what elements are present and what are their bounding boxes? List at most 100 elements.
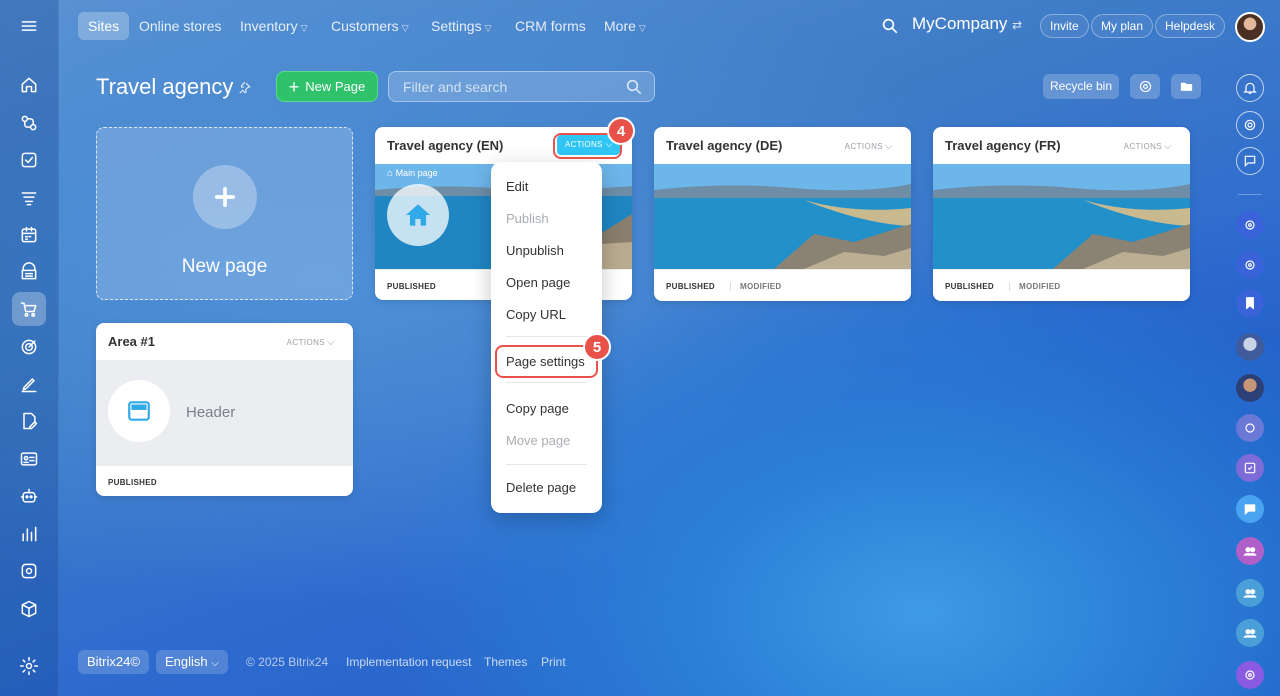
- tab-inventory[interactable]: Inventory ▽: [230, 12, 318, 40]
- tab-more[interactable]: More ▽: [594, 12, 656, 40]
- step-badge-5: 5: [583, 333, 611, 361]
- settings-box-icon[interactable]: [12, 554, 46, 588]
- card-footer: PUBLISHED MODIFIED: [933, 269, 1190, 301]
- menu-item-open-page[interactable]: Open page: [506, 275, 570, 290]
- group-avatar[interactable]: [1236, 414, 1264, 442]
- themes-link[interactable]: Themes: [484, 655, 527, 669]
- tasks-icon[interactable]: [12, 143, 46, 177]
- id-card-icon[interactable]: [12, 442, 46, 476]
- menu-item-edit[interactable]: Edit: [506, 179, 528, 194]
- card-header: Area #1 ACTIONS ⌵: [108, 334, 335, 349]
- menu-divider: [506, 382, 587, 383]
- tab-crm-forms[interactable]: CRM forms: [505, 12, 596, 40]
- language-select[interactable]: English ⌵: [156, 650, 228, 674]
- recycle-bin-button[interactable]: Recycle bin: [1043, 74, 1119, 99]
- company-name[interactable]: MyCompany ⇄: [912, 14, 1022, 34]
- tab-settings[interactable]: Settings ▽: [421, 12, 502, 40]
- tab-sites[interactable]: Sites: [78, 12, 130, 40]
- menu-item-publish[interactable]: Publish: [506, 211, 549, 226]
- gear-icon[interactable]: [12, 649, 46, 683]
- implementation-request-link[interactable]: Implementation request: [346, 655, 471, 669]
- card-header: Travel agency (DE) ACTIONS ⌵: [666, 138, 893, 153]
- gear-icon: [1139, 80, 1151, 93]
- menu-item-move-page[interactable]: Move page: [506, 433, 570, 448]
- chat-bubble-icon[interactable]: [1236, 495, 1264, 523]
- menu-item-copy-page[interactable]: Copy page: [506, 401, 569, 416]
- store-icon[interactable]: [12, 255, 46, 289]
- chart-icon[interactable]: [12, 517, 46, 551]
- folder-button[interactable]: [1171, 74, 1201, 99]
- modified-badge: MODIFIED: [1009, 282, 1061, 291]
- card-preview-image: [654, 164, 911, 269]
- actions-button[interactable]: ACTIONS ⌵: [1124, 141, 1172, 152]
- menu-item-copy-url[interactable]: Copy URL: [506, 307, 566, 322]
- chevron-down-icon: ▽: [401, 23, 409, 33]
- menu-icon[interactable]: [12, 9, 46, 43]
- chevron-down-icon: ⌵: [327, 337, 335, 348]
- menu-divider: [506, 336, 587, 337]
- bitrix24-logo-button[interactable]: Bitrix24©: [78, 650, 149, 674]
- copilot-icon[interactable]: [1236, 251, 1264, 279]
- chevron-down-icon: ▽: [300, 23, 308, 33]
- print-link[interactable]: Print: [541, 655, 566, 669]
- copilot-icon[interactable]: [1236, 211, 1264, 239]
- copilot-icon[interactable]: [1236, 111, 1264, 139]
- header-block-icon: [108, 380, 170, 442]
- doc-edit-icon[interactable]: [12, 404, 46, 438]
- pin-icon[interactable]: [238, 81, 252, 95]
- chevron-down-icon: ⌵: [885, 141, 893, 152]
- modified-badge: MODIFIED: [730, 282, 782, 291]
- task-icon[interactable]: [1236, 454, 1264, 482]
- bookmark-icon[interactable]: [1236, 289, 1264, 317]
- tab-online-stores[interactable]: Online stores: [129, 12, 231, 40]
- chevron-down-icon: ⌵: [211, 658, 219, 669]
- chevron-down-icon: ⌵: [1164, 141, 1172, 152]
- new-page-button[interactable]: + New Page: [276, 71, 378, 102]
- copilot-icon[interactable]: [1236, 661, 1264, 689]
- user-avatar[interactable]: [1235, 12, 1265, 42]
- swap-icon: ⇄: [1012, 18, 1023, 32]
- user-avatar[interactable]: [1236, 374, 1264, 402]
- new-page-card[interactable]: New page: [96, 127, 353, 300]
- menu-item-unpublish[interactable]: Unpublish: [506, 243, 564, 258]
- bell-icon[interactable]: [1236, 74, 1264, 102]
- menu-item-delete-page[interactable]: Delete page: [506, 480, 576, 495]
- search-icon[interactable]: [881, 17, 899, 35]
- status-badge: PUBLISHED: [387, 282, 436, 291]
- calendar-icon[interactable]: [12, 218, 46, 252]
- invite-button[interactable]: Invite: [1040, 14, 1089, 38]
- copyright: © 2025 Bitrix24: [246, 655, 329, 669]
- home-icon: ⌂: [387, 168, 394, 179]
- status-badge: PUBLISHED: [108, 478, 157, 487]
- cube-icon[interactable]: [12, 592, 46, 626]
- helpdesk-button[interactable]: Helpdesk: [1155, 14, 1226, 38]
- feed-icon[interactable]: [12, 181, 46, 215]
- plus-icon: +: [288, 76, 300, 97]
- cart-icon[interactable]: [12, 292, 46, 326]
- status-badge: PUBLISHED: [666, 282, 715, 291]
- settings-button[interactable]: [1130, 74, 1160, 99]
- chat-icon[interactable]: [1236, 147, 1264, 175]
- search-icon[interactable]: [625, 78, 643, 96]
- robot-icon[interactable]: [12, 479, 46, 513]
- crm-icon[interactable]: [12, 106, 46, 140]
- home-icon: [387, 184, 449, 246]
- pen-icon[interactable]: [12, 367, 46, 401]
- my-plan-button[interactable]: My plan: [1091, 14, 1154, 38]
- status-badge: PUBLISHED: [945, 282, 994, 291]
- group-icon[interactable]: [1236, 579, 1264, 607]
- group-icon[interactable]: [1236, 619, 1264, 647]
- site-card-de[interactable]: Travel agency (DE) ACTIONS ⌵ PUBLISHED MO…: [654, 127, 911, 301]
- area-label: Header: [186, 404, 236, 421]
- home-icon[interactable]: [12, 68, 46, 102]
- actions-button[interactable]: ACTIONS ⌵: [287, 337, 335, 348]
- search-input[interactable]: [388, 71, 655, 102]
- actions-button[interactable]: ACTIONS ⌵: [845, 141, 893, 152]
- area-card[interactable]: Area #1 ACTIONS ⌵ Header PUBLISHED: [96, 323, 353, 496]
- tab-customers[interactable]: Customers ▽: [321, 12, 419, 40]
- target-icon[interactable]: [12, 330, 46, 364]
- card-preview-area: Header: [96, 360, 353, 465]
- site-card-fr[interactable]: Travel agency (FR) ACTIONS ⌵ PUBLISHED MO…: [933, 127, 1190, 301]
- group-icon[interactable]: [1236, 537, 1264, 565]
- user-avatar[interactable]: [1236, 333, 1264, 361]
